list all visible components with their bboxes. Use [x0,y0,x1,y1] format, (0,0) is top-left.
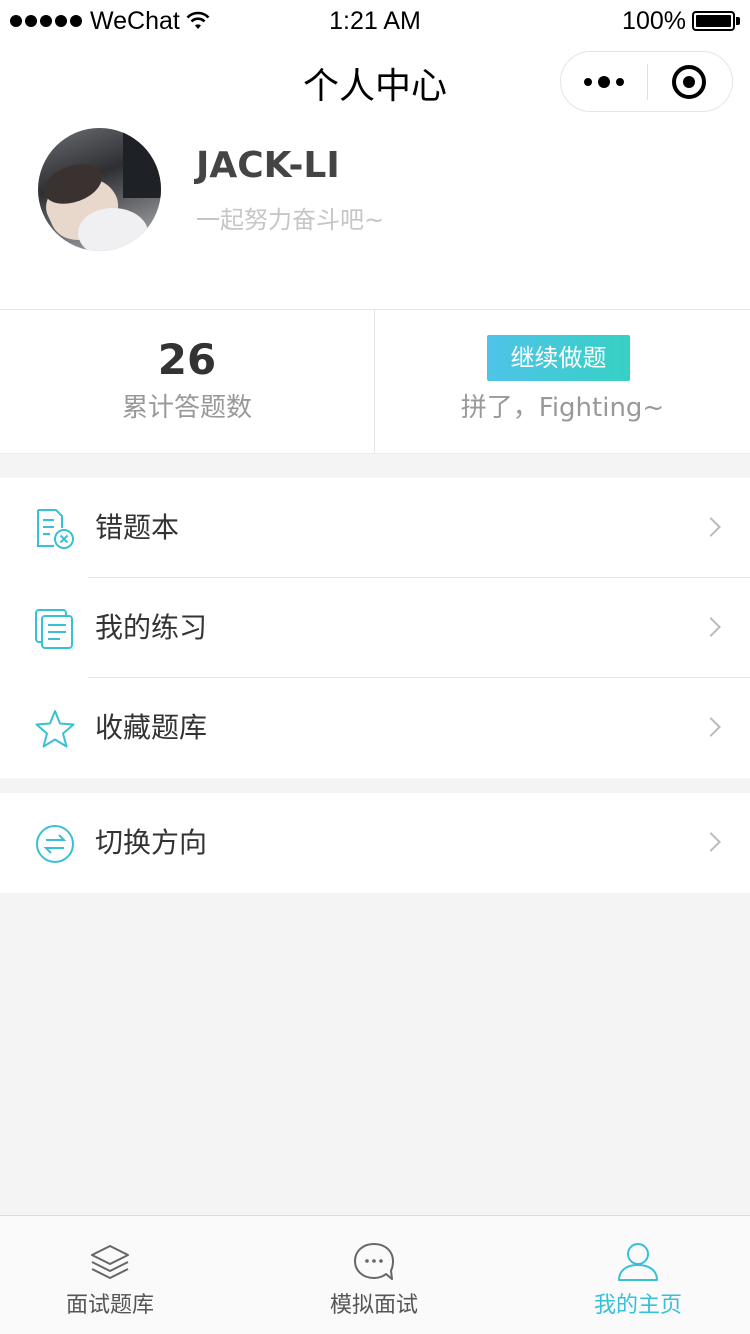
avatar[interactable] [38,128,161,251]
status-right: 100% [622,6,740,36]
user-motto: 一起努力奋斗吧~ [196,206,385,234]
chevron-right-icon [701,832,721,852]
nav-bar: 个人中心 [0,42,750,130]
chevron-right-icon [701,717,721,737]
mini-program-capsule [560,51,733,112]
menu-item-wrong-notebook[interactable]: 错题本 [0,478,750,578]
menu-item-switch-direction[interactable]: 切换方向 [0,793,750,893]
menu-group-primary: 错题本 我的练习 收藏题库 [0,478,750,778]
layers-icon [91,1245,129,1279]
username: JACK-LI [196,145,340,186]
menu-item-label: 我的练习 [95,611,208,644]
answered-count-block: 26 累计答题数 [0,310,374,453]
battery-percent: 100% [622,6,686,35]
chat-bubble-icon [354,1243,394,1280]
more-dots-icon [584,77,592,86]
battery-icon [692,11,740,31]
tab-label: 面试题库 [65,1293,154,1318]
stats-panel: 26 累计答题数 继续做题 拼了，Fighting~ [0,309,750,454]
practice-docs-icon [35,609,73,649]
continue-practice-button[interactable]: 继续做题 [487,335,630,381]
menu-item-favorites[interactable]: 收藏题库 [0,678,750,778]
chevron-right-icon [701,517,721,537]
tab-bar: 面试题库 模拟面试 我的主页 [0,1215,750,1334]
close-mini-program-button[interactable] [672,65,706,99]
tab-label: 我的主页 [593,1293,682,1318]
fighting-text: 拼了，Fighting~ [460,393,665,423]
capsule-divider [647,64,648,100]
menu-item-label: 收藏题库 [95,711,208,744]
menu-group-secondary: 切换方向 [0,793,750,893]
tab-mock-interview[interactable]: 模拟面试 [249,1216,499,1334]
profile-header: JACK-LI 一起努力奋斗吧~ [0,128,750,309]
answered-count: 26 [157,335,217,384]
chevron-right-icon [701,617,721,637]
more-menu-button[interactable] [561,52,647,111]
more-dots-icon-right [616,77,624,86]
wrong-notebook-icon [37,509,74,549]
tab-my-home[interactable]: 我的主页 [513,1216,750,1334]
tab-label: 模拟面试 [329,1293,418,1318]
star-icon [35,710,75,748]
answered-count-label: 累计答题数 [121,393,252,423]
status-bar: WeChat 1:21 AM 100% [0,0,750,42]
more-dots-icon-center [598,75,610,88]
menu-item-label: 切换方向 [95,826,208,859]
menu-item-my-practice[interactable]: 我的练习 [0,578,750,678]
tab-question-bank[interactable]: 面试题库 [0,1216,235,1334]
menu-item-label: 错题本 [95,511,180,544]
switch-direction-icon [36,825,74,863]
continue-block: 继续做题 拼了，Fighting~ [375,310,750,453]
user-icon [618,1243,658,1281]
